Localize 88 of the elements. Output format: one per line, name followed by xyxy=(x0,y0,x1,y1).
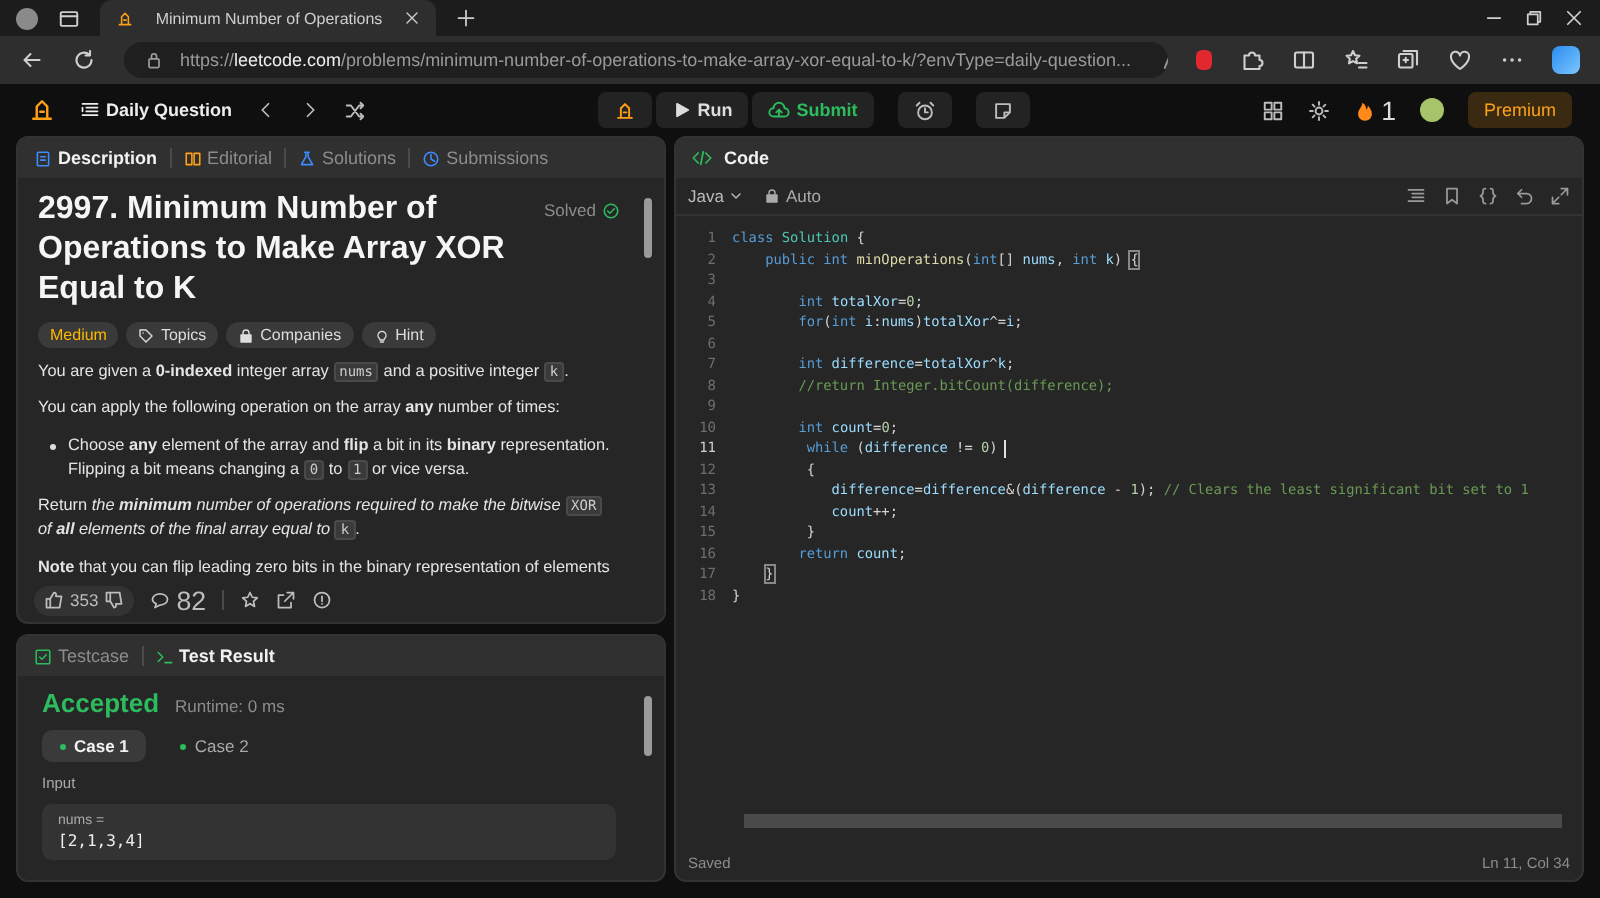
panel-tab[interactable]: Description xyxy=(34,148,158,168)
new-tab-icon[interactable] xyxy=(456,8,476,28)
user-avatar[interactable] xyxy=(1420,98,1444,122)
panel-title: Code xyxy=(724,148,769,168)
puzzle-icon[interactable] xyxy=(1240,48,1264,72)
star-icon[interactable] xyxy=(240,590,261,610)
thumbs-up-icon xyxy=(44,590,64,610)
auto-mode-button[interactable]: Auto xyxy=(763,186,821,206)
description-text: You can apply the following operation on the array any number of times: xyxy=(38,396,562,421)
timer-button[interactable] xyxy=(897,92,952,128)
daily-question-button[interactable]: Daily Question xyxy=(80,100,233,120)
panel-tab[interactable]: Editorial xyxy=(183,148,273,168)
tag-icon xyxy=(138,327,155,343)
close-icon[interactable] xyxy=(404,10,420,26)
variable-value: [2,1,3,4] xyxy=(58,832,147,850)
panel-tab[interactable]: Test Result xyxy=(155,646,275,666)
braces-icon[interactable] xyxy=(1478,186,1498,206)
premium-button[interactable]: Premium xyxy=(1468,92,1573,128)
debug-button[interactable] xyxy=(597,92,652,128)
flask-icon xyxy=(298,149,317,167)
topics-button[interactable]: Topics xyxy=(126,322,219,348)
like-button[interactable]: 353 xyxy=(34,585,135,615)
hint-button[interactable]: Hint xyxy=(361,322,436,348)
tab-actions-icon[interactable] xyxy=(58,7,80,29)
cloud-upload-icon xyxy=(768,99,791,121)
alarm-clock-icon xyxy=(913,99,936,121)
format-icon[interactable] xyxy=(1406,186,1426,206)
undo-icon[interactable] xyxy=(1514,186,1534,206)
close-icon[interactable] xyxy=(1564,8,1584,28)
extension-icon[interactable] xyxy=(1196,50,1212,70)
layout-icon[interactable] xyxy=(1261,99,1284,121)
lock-icon xyxy=(238,327,255,343)
check-circle-icon xyxy=(602,201,620,219)
expand-icon[interactable] xyxy=(1550,186,1570,206)
verdict-text: Accepted xyxy=(42,688,160,718)
panel-tab[interactable]: Solutions xyxy=(298,148,397,168)
notes-button[interactable] xyxy=(975,92,1030,128)
scrollbar-thumb[interactable] xyxy=(644,198,652,258)
submit-button[interactable]: Submit xyxy=(752,92,874,128)
browser-tab[interactable]: Minimum Number of Operations xyxy=(100,0,436,36)
chevron-down-icon xyxy=(727,188,744,204)
language-dropdown[interactable]: Java xyxy=(688,186,744,206)
panel-tab[interactable]: Testcase xyxy=(34,646,130,666)
case-tab[interactable]: Case 2 xyxy=(162,730,267,762)
difficulty-tag[interactable]: Medium xyxy=(38,322,119,348)
streak-counter[interactable]: 1 xyxy=(1353,95,1396,125)
lock-icon xyxy=(763,188,780,204)
checkbox-icon xyxy=(34,647,52,665)
share-icon[interactable] xyxy=(276,590,297,610)
refresh-icon[interactable] xyxy=(72,48,96,72)
terminal-icon xyxy=(155,647,174,665)
bookmark-icon[interactable] xyxy=(1442,186,1462,206)
favorites-icon[interactable] xyxy=(1344,48,1368,72)
shuffle-icon[interactable] xyxy=(344,99,367,121)
companies-button[interactable]: Companies xyxy=(226,322,354,348)
description-text: Note that you can flip leading zero bits in the binary representation of elements xyxy=(38,555,612,580)
case-tab[interactable]: Case 1 xyxy=(42,730,147,762)
book-icon xyxy=(183,149,202,167)
comment-icon xyxy=(150,590,171,610)
split-screen-icon[interactable] xyxy=(1292,48,1316,72)
lightbulb-icon xyxy=(373,327,390,343)
list-icon xyxy=(80,100,100,120)
copilot-icon[interactable] xyxy=(1552,46,1580,74)
restore-icon[interactable] xyxy=(1524,8,1544,28)
help-icon[interactable] xyxy=(312,590,333,610)
profile-avatar[interactable] xyxy=(16,7,38,29)
runtime-text: Runtime: 0 ms xyxy=(175,696,285,716)
comments-button[interactable]: 82 xyxy=(150,585,207,615)
horizontal-scrollbar[interactable] xyxy=(744,814,1562,828)
note-icon xyxy=(991,99,1014,121)
scrollbar-thumb[interactable] xyxy=(644,696,652,756)
settings-icon[interactable] xyxy=(1307,99,1330,121)
thumbs-down-icon xyxy=(104,590,125,610)
play-icon xyxy=(671,100,692,120)
run-button[interactable]: Run xyxy=(655,92,749,128)
address-bar[interactable]: https://leetcode.com/problems/minimum-number-of-operations-to-make-array-xor-equal-to-k/?envType=daily-question... xyxy=(124,42,1168,78)
collections-icon[interactable] xyxy=(1396,48,1420,72)
back-icon[interactable] xyxy=(20,48,44,72)
flame-icon xyxy=(1353,99,1376,121)
heart-icon[interactable] xyxy=(1448,48,1472,72)
lock-icon xyxy=(144,50,164,70)
panel-tab[interactable]: Submissions xyxy=(422,148,549,168)
clock-icon xyxy=(422,149,441,167)
bullet-dot xyxy=(50,443,56,450)
solved-status: Solved xyxy=(544,200,620,220)
problem-title: 2997. Minimum Number of Operations to Make Array XOR Equal to K xyxy=(38,190,507,310)
code-icon xyxy=(692,148,712,168)
doc-icon xyxy=(34,149,52,167)
